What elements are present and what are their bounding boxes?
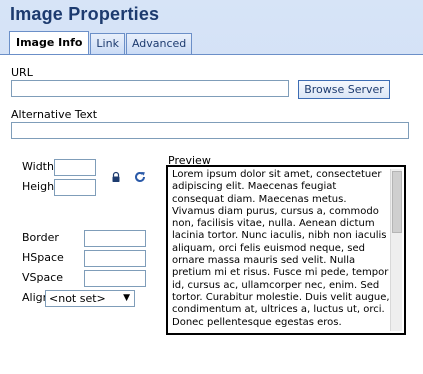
tab-bar: Image Info Link Advanced (9, 31, 193, 55)
preview-area[interactable]: Lorem ipsum dolor sit amet, consectetuer… (166, 165, 406, 335)
hspace-label: HSpace (22, 251, 64, 264)
image-properties-dialog: Image Properties Image Info Link Advance… (0, 0, 423, 374)
tab-link[interactable]: Link (90, 33, 125, 55)
alt-text-label: Alternative Text (11, 108, 98, 121)
chevron-down-icon: ▼ (123, 293, 130, 303)
width-input[interactable] (54, 159, 96, 176)
browse-server-button[interactable]: Browse Server (298, 80, 390, 99)
tab-advanced[interactable]: Advanced (125, 33, 193, 55)
border-input[interactable] (84, 230, 146, 247)
vspace-label: VSpace (22, 271, 64, 284)
dialog-title: Image Properties (10, 4, 160, 24)
preview-scrollbar[interactable] (390, 169, 402, 331)
align-select-value: <not set> (49, 292, 106, 305)
hspace-input[interactable] (84, 250, 146, 267)
align-select[interactable]: <not set> ▼ (45, 290, 135, 307)
reset-size-icon[interactable] (133, 170, 147, 184)
preview-scroll-thumb[interactable] (392, 171, 402, 233)
preview-text: Lorem ipsum dolor sit amet, consectetuer… (172, 169, 390, 328)
url-label: URL (11, 66, 33, 79)
width-label: Width (22, 160, 54, 173)
height-label: Height (22, 180, 59, 193)
tab-image-info[interactable]: Image Info (9, 31, 90, 55)
lock-icon[interactable] (110, 171, 122, 183)
border-label: Border (22, 231, 59, 244)
vspace-input[interactable] (84, 270, 146, 287)
height-input[interactable] (54, 179, 96, 196)
url-input[interactable] (11, 80, 289, 97)
alt-text-input[interactable] (11, 122, 409, 139)
image-info-panel: URL Browse Server Alternative Text Width… (0, 54, 423, 374)
